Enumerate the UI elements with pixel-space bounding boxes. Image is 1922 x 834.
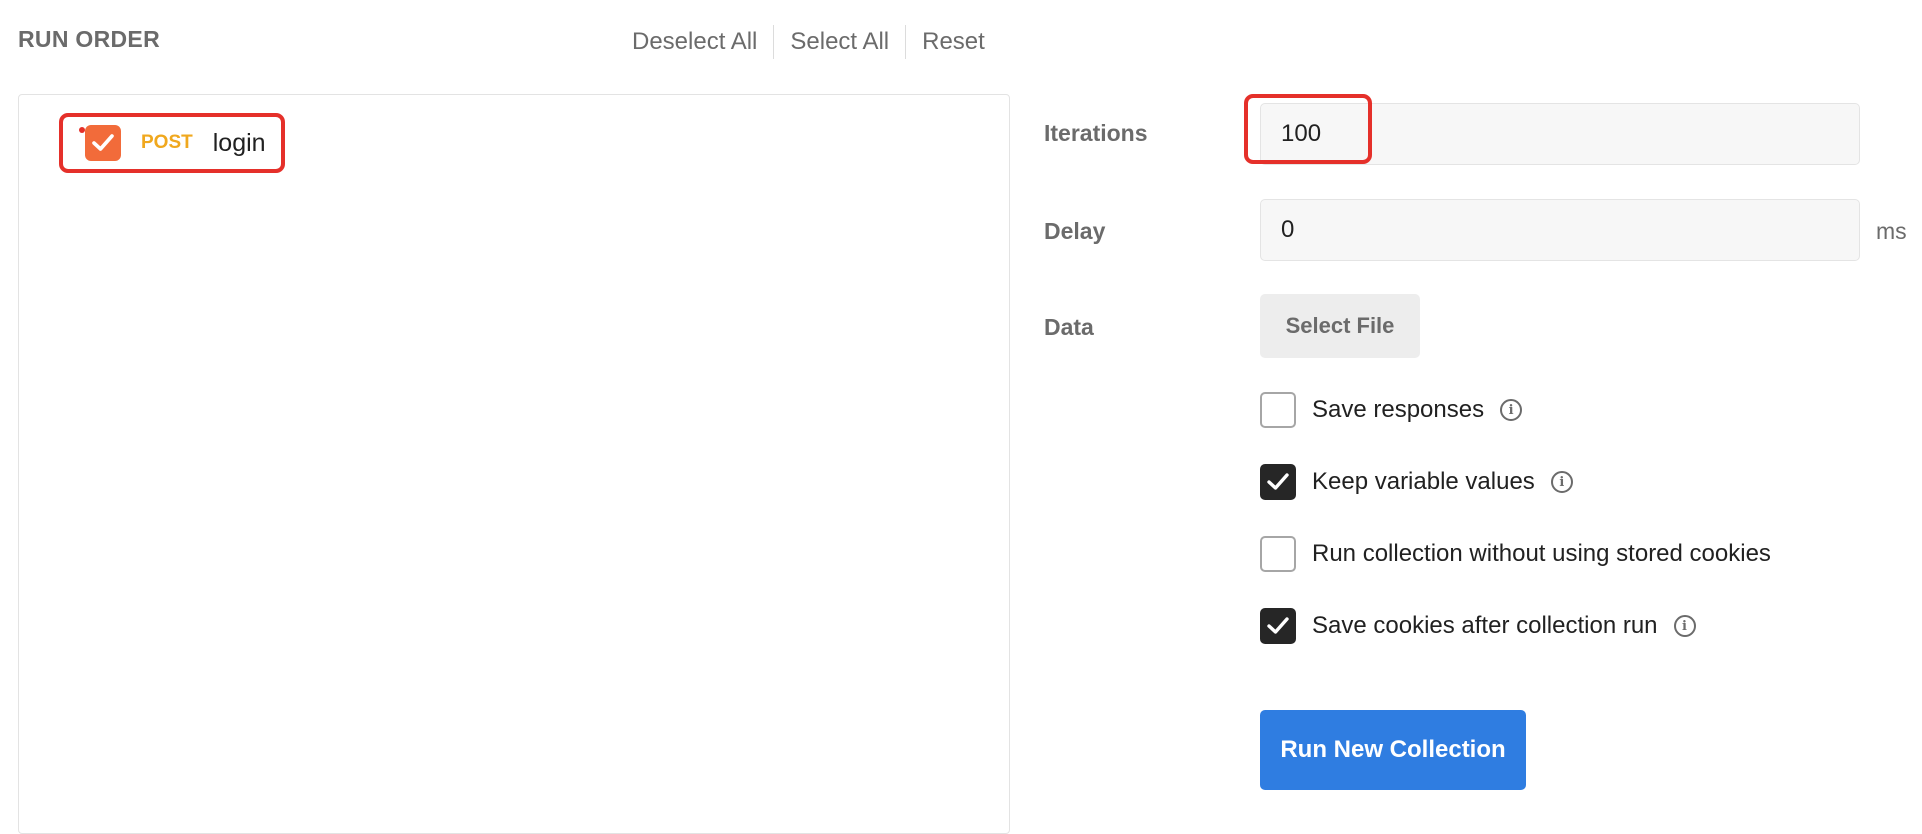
modified-dot xyxy=(79,127,85,133)
reset-button[interactable]: Reset xyxy=(906,24,1001,60)
keep-variable-values-checkbox[interactable] xyxy=(1260,464,1296,500)
option-save-responses: Save responses i xyxy=(1260,391,1523,429)
request-name: login xyxy=(212,128,266,157)
option-label: Keep variable values xyxy=(1312,468,1535,495)
data-label: Data xyxy=(1044,314,1094,340)
info-icon[interactable]: i xyxy=(1673,615,1696,637)
check-icon xyxy=(92,134,114,151)
run-without-cookies-checkbox[interactable] xyxy=(1260,536,1296,572)
option-label: Save cookies after collection run xyxy=(1312,612,1658,639)
deselect-all-button[interactable]: Deselect All xyxy=(618,24,773,60)
run-order-list: POST login xyxy=(18,94,1010,834)
iterations-label: Iterations xyxy=(1044,120,1148,146)
option-save-cookies: Save cookies after collection run i xyxy=(1260,607,1696,645)
option-label: Run collection without using stored cook… xyxy=(1312,540,1771,567)
run-collection-button[interactable]: Run New Collection xyxy=(1260,710,1526,790)
delay-input[interactable] xyxy=(1260,199,1860,261)
option-keep-variable-values: Keep variable values i xyxy=(1260,463,1573,501)
delay-label: Delay xyxy=(1044,218,1106,244)
run-order-actions: Deselect All Select All Reset xyxy=(618,24,1001,60)
option-label: Save responses xyxy=(1312,396,1485,423)
save-responses-checkbox[interactable] xyxy=(1260,392,1296,428)
select-file-button[interactable]: Select File xyxy=(1260,294,1420,358)
info-icon[interactable]: i xyxy=(1550,471,1573,493)
check-icon xyxy=(1267,473,1289,490)
run-order-title: RUN ORDER xyxy=(18,26,160,52)
check-icon xyxy=(1267,617,1289,634)
iterations-input[interactable] xyxy=(1260,103,1860,165)
save-cookies-checkbox[interactable] xyxy=(1260,608,1296,644)
request-method: POST xyxy=(141,132,193,153)
select-all-button[interactable]: Select All xyxy=(774,24,905,60)
request-checkbox[interactable] xyxy=(85,125,121,161)
option-run-without-cookies: Run collection without using stored cook… xyxy=(1260,535,1771,573)
info-icon[interactable]: i xyxy=(1500,399,1523,421)
delay-unit: ms xyxy=(1876,218,1907,244)
request-item-login[interactable]: POST login xyxy=(59,113,285,173)
